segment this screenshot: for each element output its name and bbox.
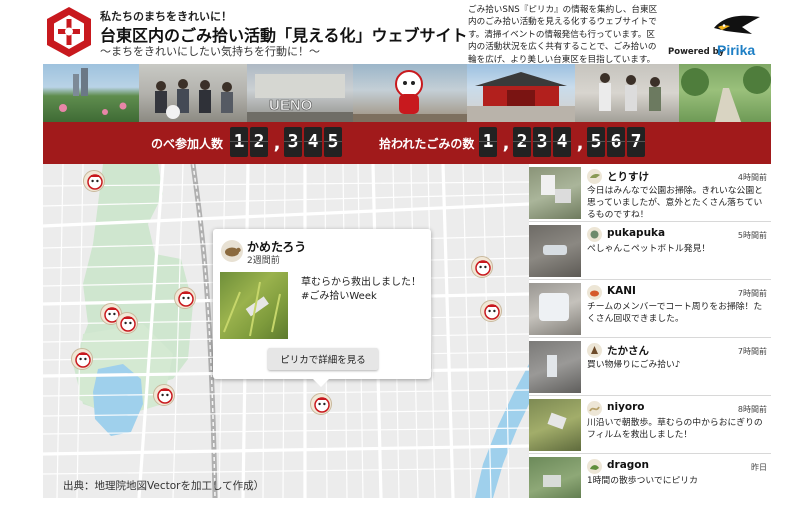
trash-digit: 6 — [607, 127, 625, 157]
hawk-avatar-icon — [587, 343, 602, 358]
map-pin[interactable] — [83, 170, 105, 192]
feed-item[interactable]: たかさん 7時間前 買い物帰りにごみ拾い♪ — [529, 338, 771, 396]
photo-mascot — [353, 64, 467, 122]
feed-item[interactable]: niyoro 8時間前 川沿いで朝散歩。草むらの中からおにぎりのフィルムを救出し… — [529, 396, 771, 454]
feed-text: チームのメンバーでコート周りをお掃除！たくさん回収できました。 — [587, 302, 763, 325]
trash-digit: 7 — [627, 127, 645, 157]
brand-name: Pirika — [717, 42, 756, 58]
photo-lotus-pond — [43, 64, 139, 122]
site-description: ごみ拾いSNS『ピリカ』の情報を集約し、台東区内のごみ拾い活動を見える化するウェ… — [468, 5, 658, 65]
counter-bar: のべ参加人数 拾われたごみの数 12,3451,234,567 — [43, 122, 771, 164]
dragon-avatar-icon — [587, 459, 602, 474]
site-subtitle: 〜まちをきれいにしたい気持ちを行動に！〜 — [100, 45, 320, 58]
activity-map[interactable]: かめたろう 2週間前 草むらから救出しました！ #ごみ拾いWeek ピリカで詳細… — [43, 164, 529, 498]
trash-digit: 4 — [553, 127, 571, 157]
view-on-pirika-button[interactable]: ピリカで詳細を見る — [268, 348, 378, 370]
map-credit: 出典：地理院地図Vectorを加工して作成） — [63, 480, 265, 492]
feed-text: 川沿いで朝散歩。草むらの中からおにぎりのフィルムを救出しました！ — [587, 418, 763, 441]
map-pin[interactable] — [471, 256, 493, 278]
feed-username[interactable]: とりすけ — [607, 169, 649, 184]
feed-item[interactable]: pukapuka 5時間前 ぺしゃんこペットボトル発見！ — [529, 222, 771, 280]
participants-label: のべ参加人数 — [151, 137, 224, 151]
trash-digit: 3 — [533, 127, 551, 157]
feed-username[interactable]: KANI — [607, 285, 636, 297]
participants-digit: 5 — [324, 127, 342, 157]
map-pin[interactable] — [480, 300, 502, 322]
photo-ueno-sign: UENO — [247, 64, 353, 122]
map-pin[interactable] — [71, 348, 93, 370]
feed-text: 1時間の散歩ついでにピリカ — [587, 476, 698, 486]
participants-digit: 3 — [284, 127, 302, 157]
feed-photo[interactable] — [529, 167, 581, 219]
svg-text:UENO: UENO — [269, 97, 313, 114]
trash-digit: 1 — [479, 127, 497, 157]
map-pin[interactable] — [153, 384, 175, 406]
photo-volunteers — [575, 64, 679, 122]
feed-photo[interactable] — [529, 341, 581, 393]
feed-text: 買い物帰りにごみ拾い♪ — [587, 360, 681, 370]
feed-photo[interactable] — [529, 283, 581, 335]
popup-photo[interactable] — [220, 272, 288, 339]
participants-digit: 2 — [250, 127, 268, 157]
feed-item[interactable]: とりすけ 4時間前 今日はみんなで公園お掃除。きれいな公園と思っていましたが、意… — [529, 164, 771, 222]
powered-by-label: Powered by — [668, 47, 725, 57]
city-emblem-icon — [44, 6, 94, 58]
feed-username[interactable]: dragon — [607, 459, 649, 471]
activity-feed: とりすけ 4時間前 今日はみんなで公園お掃除。きれいな公園と思っていましたが、意… — [529, 164, 771, 498]
feed-item[interactable]: KANI 7時間前 チームのメンバーでコート周りをお掃除！たくさん回収できました… — [529, 280, 771, 338]
trash-count-label: 拾われたごみの数 — [379, 137, 475, 151]
participants-digit: 4 — [304, 127, 322, 157]
photo-group — [139, 64, 247, 122]
trash-digit: 5 — [587, 127, 605, 157]
bird-avatar-icon — [587, 169, 602, 184]
feed-time: 昨日 — [751, 463, 767, 472]
bird-logo-icon — [712, 14, 762, 38]
map-pin[interactable] — [116, 312, 138, 334]
participants-digit: 1 — [230, 127, 248, 157]
crab-avatar-icon — [587, 285, 602, 300]
popup-text: 草むらから救出しました！ #ごみ拾いWeek — [301, 277, 421, 302]
map-pin[interactable] — [310, 393, 332, 415]
feed-time: 8時間前 — [737, 405, 767, 414]
turtle-avatar-icon — [221, 240, 243, 262]
feed-photo[interactable] — [529, 225, 581, 277]
leaf-avatar-icon — [587, 227, 602, 242]
feed-text: 今日はみんなで公園お掃除。きれいな公園と思っていましたが、意外とたくさん落ちてい… — [587, 186, 763, 221]
site-header: 私たちのまちをきれいに！ 台東区内のごみ拾い活動「見える化」ウェブサイト 〜まち… — [0, 0, 800, 65]
map-pin[interactable] — [174, 287, 196, 309]
photo-sensoji — [467, 64, 575, 122]
trash-separator: , — [502, 133, 510, 154]
feed-username[interactable]: pukapuka — [607, 227, 665, 239]
feed-text: ぺしゃんこペットボトル発見！ — [587, 244, 711, 254]
feed-item[interactable]: dragon 昨日 1時間の散歩ついでにピリカ — [529, 454, 771, 498]
popup-time: 2週間前 — [247, 256, 280, 266]
feed-username[interactable]: たかさん — [607, 343, 649, 358]
participants-separator: , — [273, 133, 281, 154]
trash-separator: , — [576, 133, 584, 154]
feed-time: 4時間前 — [737, 173, 767, 182]
feed-username[interactable]: niyoro — [607, 401, 645, 413]
photo-strip: UENO — [43, 64, 771, 122]
feed-time: 5時間前 — [737, 231, 767, 240]
powered-by-pirika[interactable]: Powered by Pirika — [668, 14, 768, 60]
feed-time: 7時間前 — [737, 289, 767, 298]
trash-digit: 2 — [513, 127, 531, 157]
post-popup: かめたろう 2週間前 草むらから救出しました！ #ごみ拾いWeek ピリカで詳細… — [213, 229, 431, 387]
feed-photo[interactable] — [529, 399, 581, 451]
photo-park-path — [679, 64, 771, 122]
feed-time: 7時間前 — [737, 347, 767, 356]
feed-photo[interactable] — [529, 457, 581, 498]
snake-avatar-icon — [587, 401, 602, 416]
